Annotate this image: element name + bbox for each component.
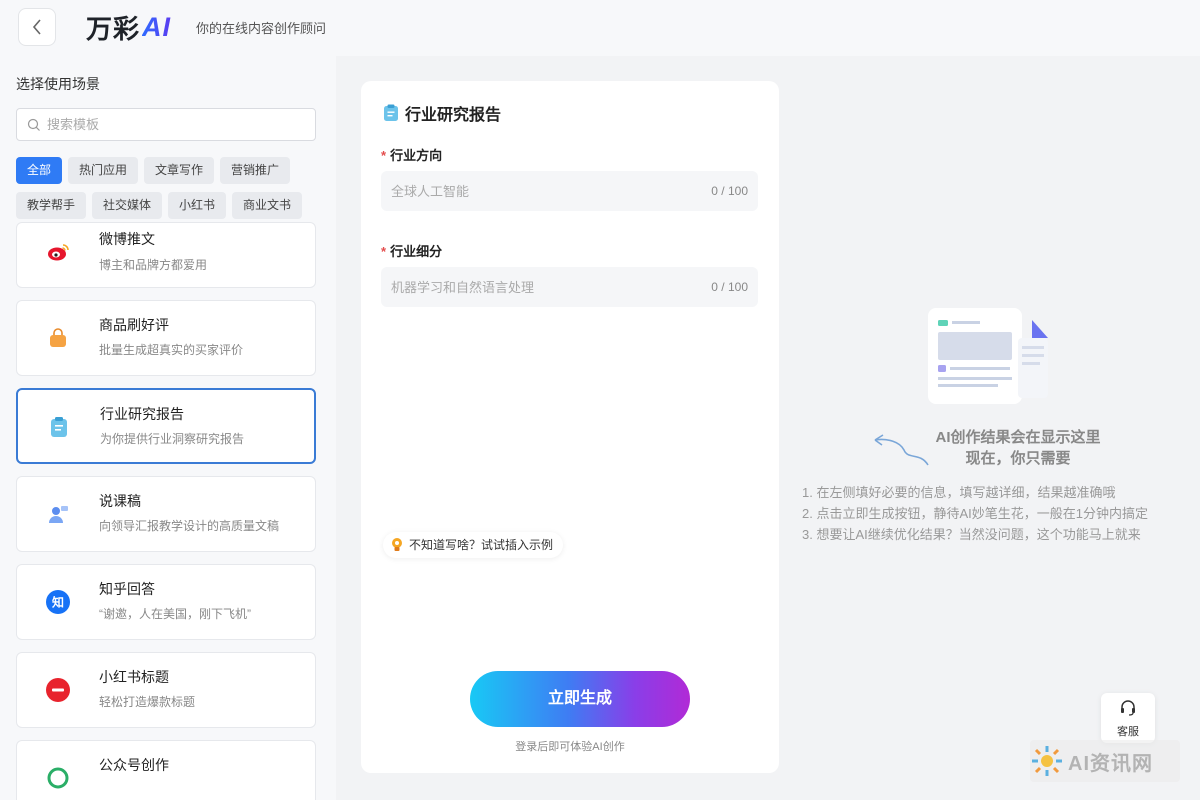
template-search[interactable] bbox=[16, 108, 316, 141]
template-card-reviews[interactable]: 商品刷好评 批量生成超真实的买家评价 bbox=[16, 300, 316, 376]
generate-button[interactable]: 立即生成 bbox=[470, 671, 690, 727]
field-label-segment: * 行业细分 bbox=[381, 241, 442, 260]
document-illustration bbox=[928, 308, 1052, 413]
step-3: 3. 想要让AI继续优化结果？当然没问题，这个功能马上就来 bbox=[802, 527, 1141, 542]
template-title: 微博推文 bbox=[99, 231, 155, 247]
template-title: 行业研究报告 bbox=[100, 406, 184, 422]
search-icon bbox=[27, 118, 40, 131]
filter-chip-writing[interactable]: 文章写作 bbox=[144, 157, 215, 184]
shopping-bag-icon bbox=[45, 325, 71, 351]
template-card-xiaohongshu[interactable]: 小红书标题 轻松打造爆款标题 bbox=[16, 652, 316, 728]
insert-example-button[interactable]: 不知道写啥？试试插入示例 bbox=[383, 532, 564, 558]
filter-chip-xiaohongshu[interactable]: 小红书 bbox=[168, 192, 227, 219]
template-card-wechat[interactable]: 公众号创作 bbox=[16, 740, 316, 800]
required-mark: * bbox=[381, 148, 387, 163]
result-title-line2: 现在，你只需要 bbox=[965, 450, 1071, 467]
template-desc: 博主和品牌方都爱用 bbox=[99, 258, 208, 272]
result-instructions: 1. 在左侧填好必要的信息，填写越详细，结果越准确哦 2. 点击立即生成按钮，静… bbox=[802, 482, 1148, 545]
insert-example-label: 不知道写啥？试试插入示例 bbox=[409, 538, 554, 552]
filter-chips: 全部 热门应用 文章写作 营销推广教学帮手 社交媒体 小红书 商业文书 bbox=[16, 157, 326, 227]
wechat-icon bbox=[45, 765, 71, 791]
field-label-text: 行业方向 bbox=[390, 148, 443, 163]
customer-service-button[interactable]: 客服 bbox=[1101, 693, 1155, 743]
app-slogan: 你的在线内容创作顾问 bbox=[196, 21, 327, 36]
segment-field[interactable]: 0 / 100 bbox=[381, 267, 758, 307]
zhihu-icon: 知 bbox=[45, 589, 71, 615]
result-title-line1: AI创作结果会在显示这里 bbox=[935, 429, 1101, 446]
result-placeholder-title: AI创作结果会在显示这里 现在，你只需要 bbox=[880, 427, 1156, 469]
template-title: 公众号创作 bbox=[99, 757, 169, 773]
back-button[interactable] bbox=[18, 8, 56, 46]
template-title: 知乎回答 bbox=[99, 581, 155, 597]
field-label-industry: * 行业方向 bbox=[381, 145, 442, 164]
input-form: 行业研究报告 *行业方向 0 / 100 *行业细分 0 / 100 不知道写啥… bbox=[361, 81, 779, 773]
template-list: 微博推文 博主和品牌方都爱用 商品刷好评 批量生成超真实的买家评价 行业研究报告… bbox=[16, 222, 316, 800]
xiaohongshu-icon bbox=[45, 677, 71, 703]
template-sidebar: 选择使用场景 全部热门应用文章写作营销推广教学帮手社交媒体小红书商业文书 微博推… bbox=[0, 56, 336, 800]
watermark-text: AI资讯网 bbox=[1068, 752, 1153, 775]
svg-text:知: 知 bbox=[51, 595, 64, 610]
logo-text: 万彩 bbox=[86, 13, 141, 44]
clipboard-report-icon bbox=[46, 414, 72, 440]
top-bar: 万彩 AI 你的在线内容创作顾问 bbox=[0, 0, 1200, 56]
filter-chip-social[interactable]: 社交媒体 bbox=[92, 192, 163, 219]
app-logo: 万彩 AI bbox=[86, 10, 171, 44]
teacher-icon bbox=[45, 501, 71, 527]
template-title: 说课稿 bbox=[99, 493, 141, 509]
template-title: 小红书标题 bbox=[99, 669, 169, 685]
template-desc: “谢邀，人在美国，刚下飞机” bbox=[99, 607, 251, 621]
chevron-left-icon bbox=[32, 19, 41, 35]
filter-chip-all[interactable]: 全部 bbox=[16, 157, 63, 184]
step-1: 1. 在左侧填好必要的信息，填写越详细，结果越准确哦 bbox=[802, 485, 1116, 500]
required-mark: * bbox=[381, 244, 387, 259]
field-label-text: 行业细分 bbox=[390, 244, 443, 259]
char-counter: 0 / 100 bbox=[711, 184, 748, 198]
industry-input[interactable] bbox=[391, 183, 681, 199]
customer-service-label: 客服 bbox=[1117, 726, 1139, 738]
template-desc: 轻松打造爆款标题 bbox=[99, 695, 196, 709]
form-title: 行业研究报告 bbox=[383, 101, 501, 125]
template-desc: 批量生成超真实的买家评价 bbox=[99, 343, 244, 357]
template-card-industry-report[interactable]: 行业研究报告 为你提供行业洞察研究报告 bbox=[16, 388, 316, 464]
template-card-zhihu[interactable]: 知 知乎回答 “谢邀，人在美国，刚下飞机” bbox=[16, 564, 316, 640]
template-card-lesson[interactable]: 说课稿 向领导汇报教学设计的高质量文稿 bbox=[16, 476, 316, 552]
template-desc: 为你提供行业洞察研究报告 bbox=[100, 432, 245, 446]
search-input[interactable] bbox=[47, 117, 297, 132]
filter-chip-hot[interactable]: 热门应用 bbox=[68, 157, 139, 184]
sun-icon bbox=[1032, 746, 1062, 776]
template-desc: 向领导汇报教学设计的高质量文稿 bbox=[99, 519, 280, 533]
weibo-icon bbox=[45, 239, 71, 265]
filter-chip-business[interactable]: 商业文书 bbox=[232, 192, 303, 219]
bulb-icon bbox=[392, 538, 402, 551]
headset-icon bbox=[1121, 700, 1135, 716]
section-title: 选择使用场景 bbox=[16, 76, 100, 92]
logo-ai: AI bbox=[142, 11, 172, 42]
clipboard-report-icon bbox=[384, 104, 398, 121]
filter-chip-marketing[interactable]: 营销推广 bbox=[220, 157, 291, 184]
login-hint: 登录后即可体验AI创作 bbox=[515, 741, 625, 753]
industry-field[interactable]: 0 / 100 bbox=[381, 171, 758, 211]
watermark: AI资讯网 bbox=[1030, 740, 1180, 782]
step-2: 2. 点击立即生成按钮，静待AI妙笔生花，一般在1分钟内搞定 bbox=[802, 506, 1148, 521]
char-counter: 0 / 100 bbox=[711, 280, 748, 294]
template-card-weibo[interactable]: 微博推文 博主和品牌方都爱用 bbox=[16, 222, 316, 288]
segment-input[interactable] bbox=[391, 279, 681, 295]
template-title: 商品刷好评 bbox=[99, 317, 169, 333]
filter-chip-teaching[interactable]: 教学帮手 bbox=[16, 192, 87, 219]
form-title-text: 行业研究报告 bbox=[405, 107, 502, 124]
